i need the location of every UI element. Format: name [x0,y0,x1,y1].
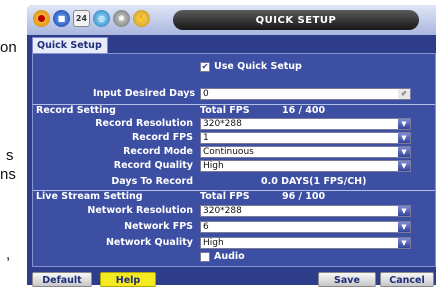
background-text-3: ns [0,166,16,183]
network-quality-value: High [203,238,224,248]
chevron-down-icon[interactable]: ▼ [398,222,410,232]
input-desired-days-label: Input Desired Days [93,88,196,99]
record-icon[interactable] [33,10,50,27]
record-fps-select[interactable]: 1 ▼ [200,132,411,144]
chevron-down-icon[interactable]: ▼ [398,147,410,157]
title-bar: ■ 24 ◎ ✱ ✋ QUICK SETUP [27,5,436,35]
audio-label: Audio [214,251,245,262]
network-resolution-value: 320*288 [203,206,242,216]
chevron-down-icon[interactable]: ▼ [398,119,410,129]
quick-setup-window: ■ 24 ◎ ✱ ✋ QUICK SETUP Quick Setup ✔ Use… [27,5,436,287]
calendar-icon[interactable]: 24 [73,10,90,27]
network-fps-value: 6 [203,222,209,232]
background-text-2: s [6,147,14,164]
record-mode-value: Continuous [203,147,254,157]
record-fps-label: Record FPS [131,132,193,143]
settings-panel: ✔ Use Quick Setup Input Desired Days 0 ✐… [32,53,436,267]
chevron-down-icon[interactable]: ▼ [398,161,410,171]
settings-icon[interactable]: ✱ [113,10,130,27]
days-to-record-value: 0.0 DAYS(1 FPS/CH) [261,176,367,187]
record-fps-value: 1 [203,133,209,143]
edit-icon[interactable]: ✐ [398,89,410,99]
network-fps-label: Network FPS [124,221,193,232]
live-stream-setting-label: Live Stream Setting [36,191,143,202]
background-text-1: on [0,39,17,56]
camera-icon[interactable]: ■ [53,10,70,27]
record-resolution-value: 320*288 [203,119,242,129]
record-quality-label: Record Quality [113,160,193,171]
network-resolution-label: Network Resolution [87,205,193,216]
record-mode-label: Record Mode [123,146,193,157]
network-quality-select[interactable]: High ▼ [200,237,411,249]
record-resolution-label: Record Resolution [95,118,193,129]
chevron-down-icon[interactable]: ▼ [398,133,410,143]
audio-checkbox[interactable] [200,252,210,262]
record-quality-value: High [203,161,224,171]
use-quick-setup-checkbox[interactable]: ✔ [200,62,210,72]
record-resolution-select[interactable]: 320*288 ▼ [200,118,411,130]
network-fps-select[interactable]: 6 ▼ [200,221,411,233]
calendar-day: 24 [75,14,88,23]
record-total-fps-value: 16 / 400 [282,105,326,116]
record-total-fps-label: Total FPS [200,105,250,116]
use-quick-setup-label: Use Quick Setup [214,61,302,72]
record-setting-label: Record Setting [36,105,116,116]
chevron-down-icon[interactable]: ▼ [398,238,410,248]
window-title: QUICK SETUP [173,10,419,30]
network-resolution-select[interactable]: 320*288 ▼ [200,205,411,217]
days-to-record-label: Days To Record [111,176,193,187]
input-desired-days-value: 0 [203,89,209,99]
live-total-fps-value: 96 / 100 [282,191,326,202]
live-total-fps-label: Total FPS [200,191,250,202]
record-mode-select[interactable]: Continuous ▼ [200,146,411,158]
network-icon[interactable]: ◎ [93,10,110,27]
record-quality-select[interactable]: High ▼ [200,160,411,172]
hand-icon[interactable]: ✋ [133,10,150,27]
background-text-4: , [6,246,11,263]
input-desired-days-field[interactable]: 0 ✐ [200,88,411,100]
tab-quick-setup[interactable]: Quick Setup [32,37,108,53]
chevron-down-icon[interactable]: ▼ [398,206,410,216]
network-quality-label: Network Quality [105,237,193,248]
